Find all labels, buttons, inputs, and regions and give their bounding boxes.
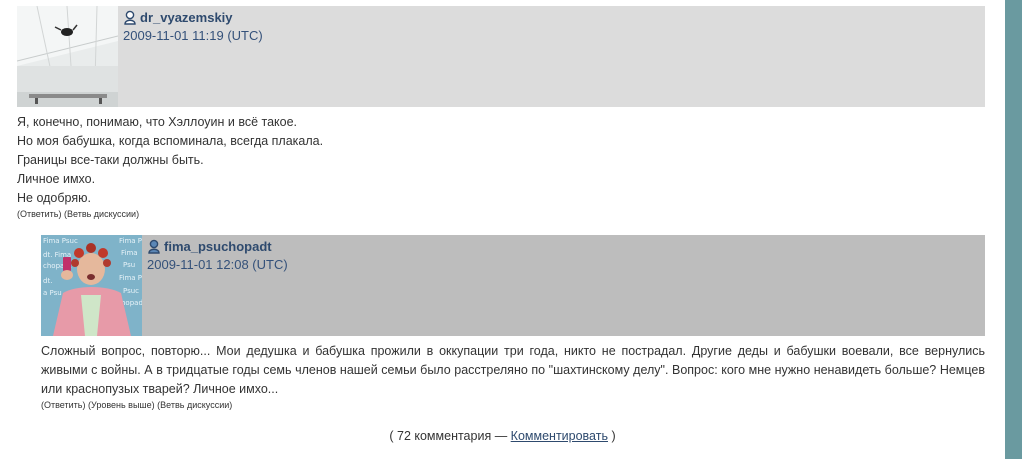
comment-header: Fima Psuc dt. Fima chopadt Fima Ps Fima … xyxy=(41,235,985,336)
avatar-watermark: dt. xyxy=(43,277,52,285)
comment-line: Границы все-таки должны быть. xyxy=(17,153,204,167)
comment-line: Но моя бабушка, когда вспоминала, всегда… xyxy=(17,134,324,148)
comment-body: Я, конечно, понимаю, что Хэллоуин и всё … xyxy=(17,113,985,208)
avatar-watermark: Fima Psuc xyxy=(43,237,78,245)
thread-link[interactable]: Ветвь дискуссии xyxy=(67,209,136,219)
comments-footer: ( 72 комментария — Комментировать ) xyxy=(0,429,1005,443)
footer-close: ) xyxy=(607,429,616,443)
comment-datetime[interactable]: 2009-11-01 12:08 (UTC) xyxy=(147,257,288,272)
comment-datetime[interactable]: 2009-11-01 11:19 (UTC) xyxy=(123,28,263,43)
user-icon[interactable] xyxy=(147,239,161,254)
comment-actions: (Ответить) (Уровень выше) (Ветвь дискусс… xyxy=(41,400,233,410)
comment-line: Личное имхо. xyxy=(17,172,96,186)
parent-link[interactable]: Уровень выше xyxy=(91,400,152,410)
avatar-watermark: Psuc xyxy=(123,287,139,295)
comment: dr_vyazemskiy 2009-11-01 11:19 (UTC) Я, … xyxy=(17,6,985,219)
username-link[interactable]: fima_psuchopadt xyxy=(164,239,272,254)
avatar-watermark: Psu xyxy=(123,261,135,269)
comment-body: Сложный вопрос, повторю... Мои дедушка и… xyxy=(41,344,985,396)
avatar-watermark: Fima Psuc xyxy=(119,274,142,282)
comment-line: Не одобряю. xyxy=(17,191,91,205)
page-right-edge-bar xyxy=(1005,0,1022,459)
avatar-watermark: Fima xyxy=(121,249,138,257)
avatar-watermark: Fima Ps xyxy=(119,237,142,245)
avatar[interactable]: Fima Psuc dt. Fima chopadt Fima Ps Fima … xyxy=(41,235,142,336)
reply-link[interactable]: Ответить xyxy=(20,209,58,219)
comment-count: ( 72 комментария — xyxy=(389,429,511,443)
comment: Fima Psuc dt. Fima chopadt Fima Ps Fima … xyxy=(41,235,985,410)
comment-line: Я, конечно, понимаю, что Хэллоуин и всё … xyxy=(17,115,298,129)
comment-actions: (Ответить) (Ветвь дискуссии) xyxy=(17,209,140,219)
avatar-watermark: a Psu xyxy=(43,289,62,297)
reply-link[interactable]: Ответить xyxy=(44,400,82,410)
username-link[interactable]: dr_vyazemskiy xyxy=(140,10,233,25)
avatar-image xyxy=(17,6,118,107)
avatar-watermark: hopadt xyxy=(121,299,142,307)
add-comment-link[interactable]: Комментировать xyxy=(511,429,608,443)
avatar[interactable] xyxy=(17,6,118,107)
thread-link[interactable]: Ветвь дискуссии xyxy=(160,400,229,410)
avatar-image: Fima Psuc dt. Fima chopadt Fima Ps Fima … xyxy=(41,235,142,336)
comment-header: dr_vyazemskiy 2009-11-01 11:19 (UTC) xyxy=(17,6,985,107)
user-icon[interactable] xyxy=(123,10,137,25)
